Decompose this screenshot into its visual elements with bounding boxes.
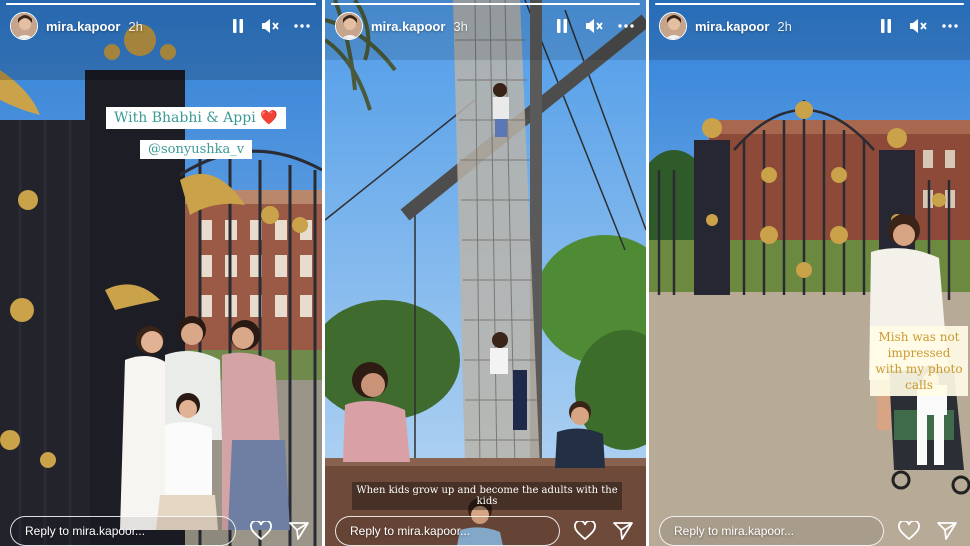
story-image-gate-group	[0, 0, 322, 546]
story-footer: Reply to mira.kapoor...	[10, 516, 312, 546]
mention-sticker-username[interactable]: @sonyushka_v	[140, 140, 253, 159]
story-progress-fill	[331, 3, 640, 5]
story-header: mira.kapoor 3h	[335, 10, 636, 42]
mute-icon[interactable]	[908, 16, 928, 36]
send-icon[interactable]	[610, 518, 636, 544]
story-progress-bar	[331, 3, 640, 5]
heart-icon[interactable]	[248, 518, 274, 544]
more-icon[interactable]	[940, 16, 960, 36]
username[interactable]: mira.kapoor	[46, 19, 120, 34]
story-footer: Reply to mira.kapoor...	[335, 516, 636, 546]
reply-input[interactable]: Reply to mira.kapoor...	[10, 516, 236, 546]
avatar[interactable]	[10, 12, 38, 40]
reply-input[interactable]: Reply to mira.kapoor...	[335, 516, 560, 546]
avatar[interactable]	[659, 12, 687, 40]
story-image-palace-gate	[649, 0, 970, 546]
story-progress-fill	[6, 3, 316, 5]
story-panel-1[interactable]: mira.kapoor 2h With Bhabhi & Appi ❤️ @so…	[0, 0, 322, 546]
story-image-climbing-tower	[325, 0, 646, 546]
send-icon[interactable]	[286, 518, 312, 544]
story-footer: Reply to mira.kapoor...	[659, 516, 960, 546]
mute-icon[interactable]	[584, 16, 604, 36]
username[interactable]: mira.kapoor	[695, 19, 769, 34]
story-header: mira.kapoor 2h	[10, 10, 312, 42]
story-progress-bar	[6, 3, 316, 5]
sticker-text: With Bhabhi & Appi	[114, 110, 256, 126]
pause-icon[interactable]	[228, 16, 248, 36]
username[interactable]: mira.kapoor	[371, 19, 445, 34]
story-progress-bar	[655, 3, 964, 5]
send-icon[interactable]	[934, 518, 960, 544]
heart-icon[interactable]	[896, 518, 922, 544]
story-progress-fill	[655, 3, 964, 5]
pause-icon[interactable]	[552, 16, 572, 36]
more-icon[interactable]	[616, 16, 636, 36]
reply-input[interactable]: Reply to mira.kapoor...	[659, 516, 884, 546]
story-panel-3[interactable]: mira.kapoor 2h Reply to mira.kapoor...	[649, 0, 970, 546]
story-header: mira.kapoor 2h	[659, 10, 960, 42]
story-panel-2[interactable]: mira.kapoor 3h Reply to mira.kapoor...	[325, 0, 646, 546]
heart-emoji: ❤️	[260, 110, 278, 126]
story-caption-text: When kids grow up and become the adults …	[352, 482, 622, 510]
story-timestamp: 2h	[777, 18, 792, 34]
story-timestamp: 2h	[128, 18, 143, 34]
mute-icon[interactable]	[260, 16, 280, 36]
more-icon[interactable]	[292, 16, 312, 36]
pause-icon[interactable]	[876, 16, 896, 36]
story-timestamp: 3h	[453, 18, 468, 34]
avatar[interactable]	[335, 12, 363, 40]
story-caption-text: Mish was not impressed with my photo cal…	[870, 326, 968, 396]
mention-sticker-caption[interactable]: With Bhabhi & Appi ❤️	[106, 107, 286, 129]
heart-icon[interactable]	[572, 518, 598, 544]
